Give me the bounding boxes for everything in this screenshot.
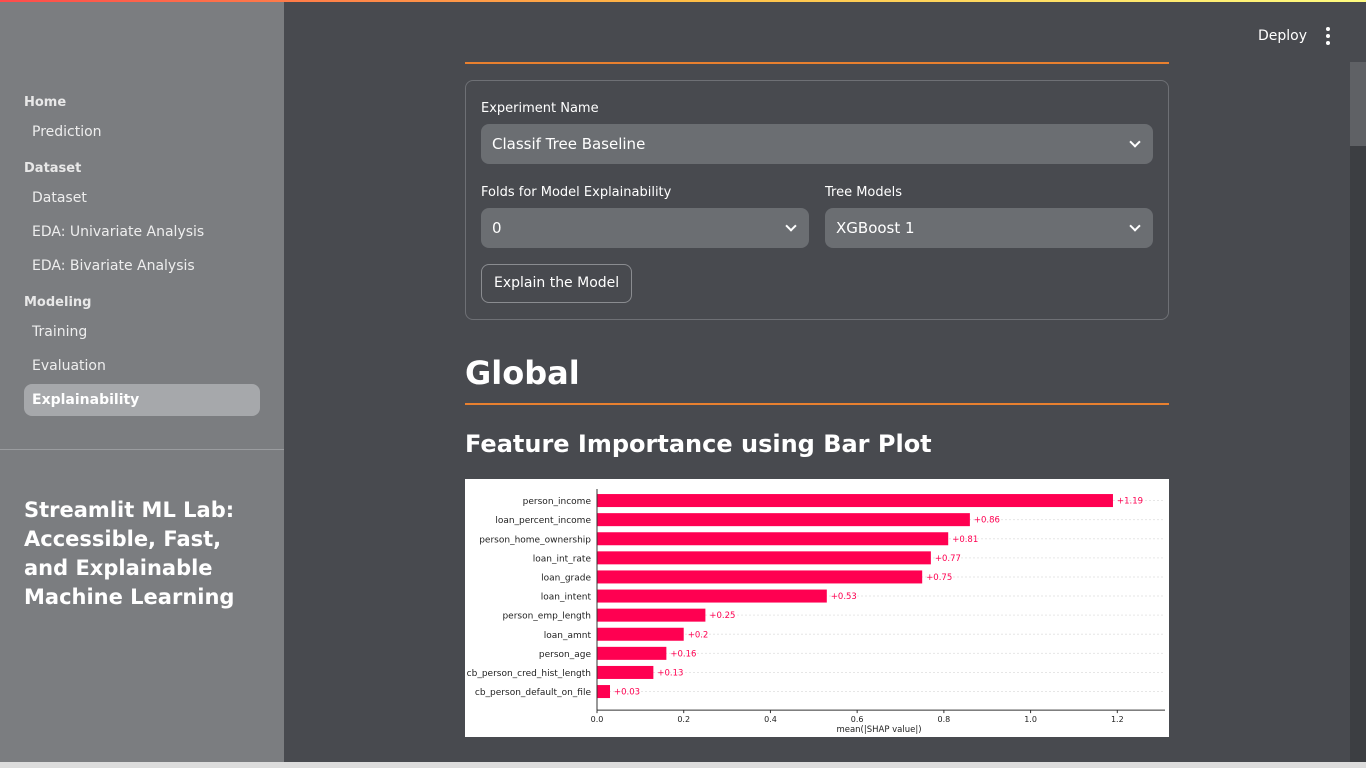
x-tick-label: 0.4 xyxy=(764,715,777,724)
global-heading: Global xyxy=(465,354,580,392)
bottom-strip xyxy=(0,762,1366,768)
bar xyxy=(597,589,827,603)
experiment-name-select[interactable]: Classif Tree Baseline xyxy=(481,124,1153,164)
x-axis-label: mean(|SHAP value|) xyxy=(836,725,921,735)
x-tick-label: 1.2 xyxy=(1111,715,1124,724)
sidebar-item-eda-univariate[interactable]: EDA: Univariate Analysis xyxy=(24,216,260,248)
nav-section-modeling: Modeling xyxy=(24,295,92,310)
y-tick-label: cb_person_cred_hist_length xyxy=(467,669,591,679)
tree-models-label: Tree Models xyxy=(825,185,903,200)
y-tick-label: loan_grade xyxy=(541,573,591,583)
feature-importance-heading: Feature Importance using Bar Plot xyxy=(465,430,932,458)
data-label: +0.13 xyxy=(657,668,683,678)
data-label: +0.86 xyxy=(974,516,1000,526)
y-tick-label: cb_person_default_on_file xyxy=(475,688,592,698)
bar xyxy=(597,551,931,565)
x-tick-label: 0.0 xyxy=(591,715,604,724)
folds-select[interactable]: 0 xyxy=(481,208,809,248)
y-tick-label: person_income xyxy=(523,497,592,507)
explain-model-button[interactable]: Explain the Model xyxy=(481,264,633,303)
tree-models-select[interactable]: XGBoost 1 xyxy=(825,208,1153,248)
bar xyxy=(597,685,611,699)
bar xyxy=(597,513,970,527)
folds-label: Folds for Model Explainability xyxy=(481,185,672,200)
data-label: +0.03 xyxy=(614,688,640,698)
sidebar-item-training[interactable]: Training xyxy=(24,316,260,348)
sidebar-item-dataset[interactable]: Dataset xyxy=(24,182,260,214)
y-tick-label: loan_int_rate xyxy=(533,554,592,564)
experiment-name-value: Classif Tree Baseline xyxy=(492,135,646,153)
data-label: +0.77 xyxy=(935,554,961,564)
main-menu-icon[interactable] xyxy=(1318,26,1338,46)
sidebar-divider xyxy=(0,449,284,450)
bar xyxy=(597,665,654,679)
shap-bar-chart-svg: person_income +1.19 loan_percent_income +0.… xyxy=(467,489,1165,735)
y-tick-label: person_emp_length xyxy=(502,612,591,622)
scrollbar-thumb[interactable] xyxy=(1350,62,1366,146)
nav-section-dataset: Dataset xyxy=(24,161,82,176)
sidebar-item-evaluation[interactable]: Evaluation xyxy=(24,350,260,382)
x-tick-label: 1.0 xyxy=(1024,715,1037,724)
bar xyxy=(597,570,923,584)
x-tick-label: 0.6 xyxy=(851,715,864,724)
sidebar-item-eda-bivariate[interactable]: EDA: Bivariate Analysis xyxy=(24,250,260,282)
experiment-name-label: Experiment Name xyxy=(481,101,599,116)
nav-section-home: Home xyxy=(24,95,67,110)
global-divider xyxy=(465,403,1169,405)
tree-models-value: XGBoost 1 xyxy=(836,219,915,237)
data-label: +1.19 xyxy=(1117,497,1143,507)
app-title: Streamlit ML Lab: Accessible, Fast, and … xyxy=(24,498,235,609)
data-label: +0.81 xyxy=(952,535,978,545)
bar xyxy=(597,494,1113,508)
y-tick-label: person_home_ownership xyxy=(479,535,591,545)
folds-value: 0 xyxy=(492,219,502,237)
explain-form: Experiment Name Classif Tree Baseline Fo… xyxy=(465,80,1169,320)
data-label: +0.2 xyxy=(688,630,709,640)
chevron-down-icon xyxy=(1129,136,1141,148)
bar xyxy=(597,646,667,660)
sidebar-item-prediction[interactable]: Prediction xyxy=(24,116,260,148)
top-divider xyxy=(465,62,1169,64)
x-tick-label: 0.8 xyxy=(938,715,951,724)
bar xyxy=(597,608,706,622)
y-tick-label: loan_percent_income xyxy=(495,516,591,526)
sidebar-nav: Home Prediction Dataset Dataset EDA: Uni… xyxy=(24,90,260,418)
data-label: +0.53 xyxy=(831,592,857,602)
bar xyxy=(597,532,949,546)
x-tick-label: 0.2 xyxy=(677,715,690,724)
data-label: +0.75 xyxy=(926,573,952,583)
chevron-down-icon xyxy=(1129,220,1141,232)
y-tick-label: loan_intent xyxy=(541,593,592,603)
shap-bar-chart: person_income +1.19 loan_percent_income +0.… xyxy=(465,479,1169,737)
data-label: +0.16 xyxy=(670,649,696,659)
bar xyxy=(597,627,684,641)
y-tick-label: loan_amnt xyxy=(544,631,592,641)
chevron-down-icon xyxy=(785,220,797,232)
scrollbar-track[interactable] xyxy=(1350,62,1366,768)
data-label: +0.25 xyxy=(709,611,735,621)
sidebar-item-explainability[interactable]: Explainability xyxy=(24,384,260,416)
deploy-button[interactable]: Deploy xyxy=(1248,24,1317,48)
y-tick-label: person_age xyxy=(539,650,592,660)
sidebar: Home Prediction Dataset Dataset EDA: Uni… xyxy=(0,2,284,768)
